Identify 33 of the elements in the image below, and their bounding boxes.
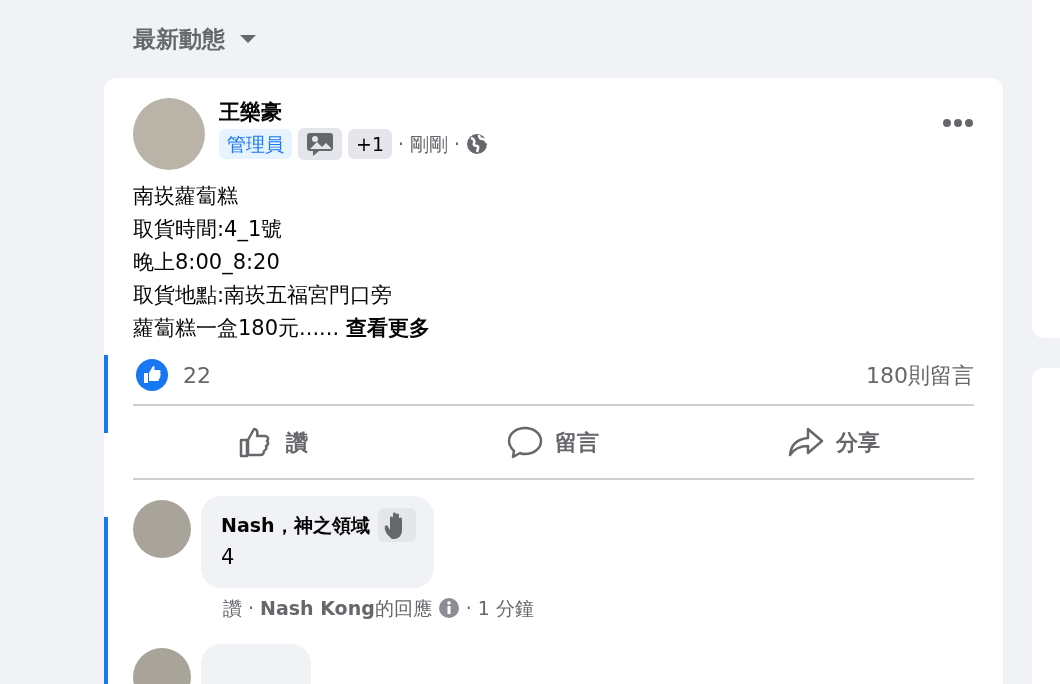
post-text-line: 蘿蔔糕一盒180元...... 查看更多 — [133, 315, 431, 342]
separator-dot: · — [454, 131, 461, 157]
post-text-line: 取貨地點:南崁五福宮門口旁 — [133, 282, 394, 309]
reply-attribution: Nash Kong的回應 — [260, 595, 432, 621]
separator-dot: · — [248, 595, 255, 621]
comment-text: 4 — [221, 544, 236, 571]
author-name[interactable]: 王樂豪 — [219, 98, 489, 126]
globe-icon — [466, 133, 489, 155]
post-text-line: 晚上8:00_8:20 — [133, 249, 281, 277]
speech-bubble-icon — [507, 425, 544, 459]
post-text-line: 取貨時間:4_1號 — [133, 216, 284, 244]
like-link[interactable]: 讚 — [223, 593, 242, 622]
like-count[interactable]: 22 — [183, 358, 211, 392]
role-badge: 管理員 — [219, 128, 292, 160]
separator-dot: · — [398, 131, 405, 157]
caret-down-icon[interactable] — [239, 34, 257, 44]
comment-button[interactable]: 留言 — [413, 424, 694, 460]
info-icon — [437, 596, 460, 619]
separator-dot: · — [465, 595, 472, 621]
like-reaction-icon — [135, 358, 169, 392]
share-arrow-icon — [787, 425, 824, 459]
picture-chat-icon — [306, 131, 334, 157]
comment-count[interactable]: 180則留言 — [866, 358, 974, 392]
share-button[interactable]: 分享 — [693, 424, 974, 460]
comment-time[interactable]: 1 分鐘 — [477, 593, 534, 622]
count-badge: +1 — [348, 128, 392, 160]
feed-title: 最新動態 — [133, 24, 225, 54]
like-button[interactable]: 讚 — [133, 424, 414, 460]
more-options-icon[interactable] — [942, 118, 974, 128]
post-time[interactable]: 剛剛 — [410, 129, 449, 159]
commenter-name[interactable]: Nash，神之領域 — [221, 510, 370, 540]
post-text-line: 南崁蘿蔔糕 — [133, 183, 239, 210]
see-more-link[interactable]: 查看更多 — [345, 316, 430, 340]
